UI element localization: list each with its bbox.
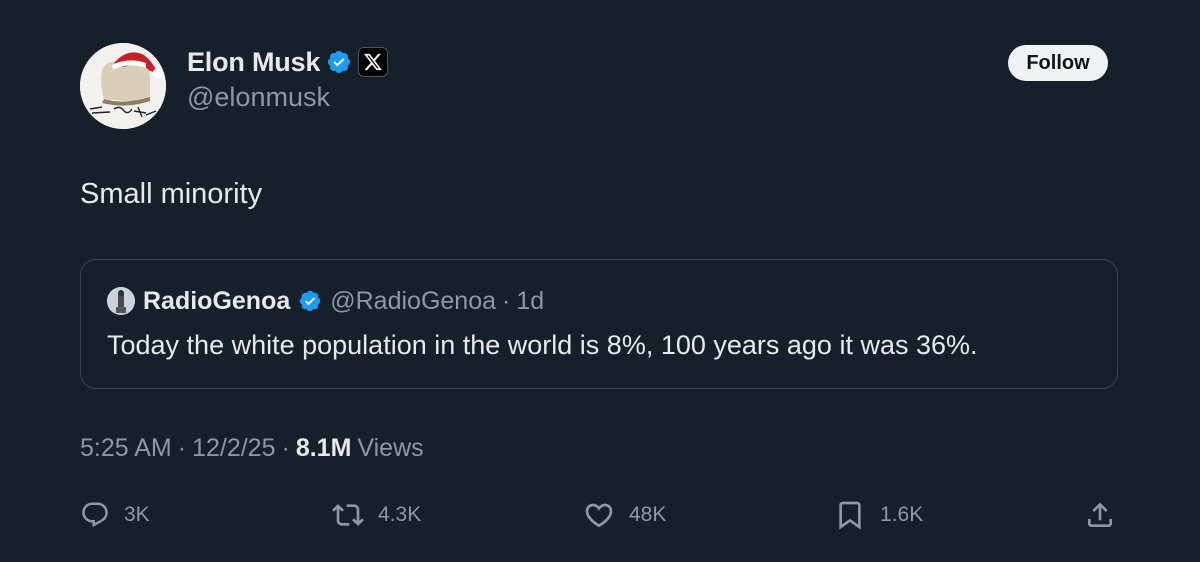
quoted-author-name: RadioGenoa — [143, 286, 291, 315]
share-button[interactable] — [1084, 495, 1116, 535]
avatar-image — [80, 43, 166, 129]
meta-separator: · — [281, 434, 290, 462]
quoted-separator: · — [502, 286, 511, 315]
repost-count: 4.3K — [378, 503, 422, 526]
tweet-date[interactable]: 12/2/25 — [192, 434, 275, 463]
share-icon — [1088, 502, 1112, 527]
quoted-tweet-card[interactable]: RadioGenoa @RadioGenoa · 1d Today the wh… — [80, 259, 1118, 389]
author-handle[interactable]: @elonmusk — [187, 82, 330, 113]
action-bar: 3K 4.3K 48K 1.6K — [80, 495, 1120, 535]
author-name-row: Elon Musk — [187, 44, 389, 80]
heart-icon — [585, 503, 613, 528]
reply-button[interactable]: 3K — [80, 495, 150, 535]
quoted-tweet-text: Today the white population in the world … — [107, 330, 978, 360]
meta-separator: · — [177, 434, 187, 462]
like-count: 48K — [629, 503, 667, 526]
tweet-meta: 5:25 AM · 12/2/25 · 8.1M Views — [80, 434, 424, 463]
repost-icon — [332, 504, 364, 526]
tweet-container: Elon Musk @elonmusk Follow Small minorit… — [0, 0, 1200, 562]
bookmark-count: 1.6K — [880, 503, 924, 526]
author-display-name[interactable]: Elon Musk — [187, 47, 320, 78]
repost-button[interactable]: 4.3K — [332, 495, 421, 535]
reply-count: 3K — [124, 503, 150, 526]
quoted-tweet-header: RadioGenoa @RadioGenoa · 1d — [107, 286, 544, 316]
quoted-author-handle: @RadioGenoa — [330, 286, 497, 315]
like-button[interactable]: 48K — [583, 495, 666, 535]
reply-icon — [82, 502, 108, 528]
quoted-verified-badge-icon — [298, 289, 322, 313]
tweet-time[interactable]: 5:25 AM — [80, 434, 172, 463]
views-count[interactable]: 8.1M — [296, 434, 352, 463]
author-avatar[interactable] — [80, 43, 166, 129]
follow-button[interactable]: Follow — [1008, 45, 1108, 81]
views-label: Views — [357, 434, 424, 462]
bookmark-icon — [839, 501, 861, 530]
quoted-timestamp: 1d — [516, 286, 545, 315]
verified-badge-icon[interactable] — [326, 49, 352, 75]
quoted-author-avatar — [107, 287, 135, 315]
tweet-text: Small minority — [80, 178, 263, 210]
x-logo-icon[interactable] — [358, 47, 389, 77]
bookmark-button[interactable]: 1.6K — [834, 495, 923, 535]
